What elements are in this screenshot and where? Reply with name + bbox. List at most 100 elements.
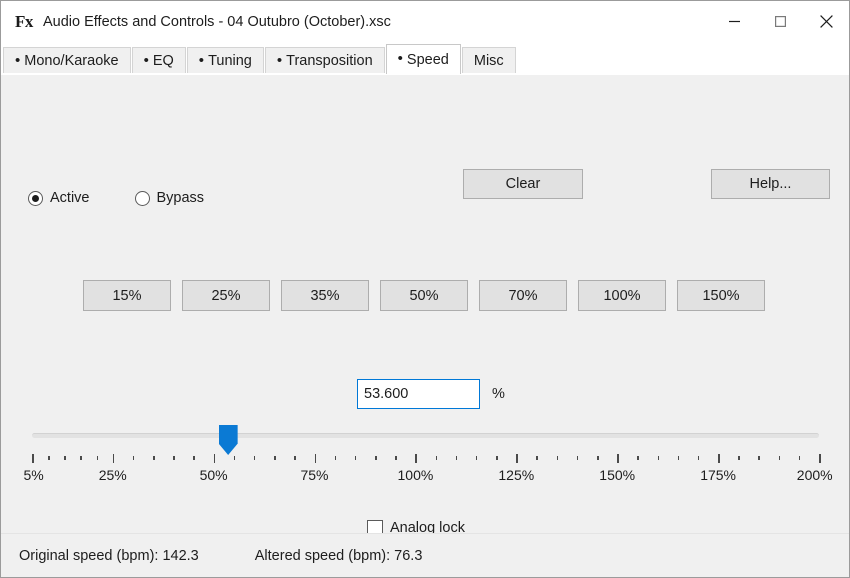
slider-tick-minor xyxy=(455,456,458,460)
altered-speed-status: Altered speed (bpm): 76.3 xyxy=(254,547,423,564)
slider-tick-minor xyxy=(597,456,599,460)
tab-tuning[interactable]: • Tuning xyxy=(186,47,264,74)
title-bar: Fx Audio Effects and Controls - 04 Outub… xyxy=(1,1,849,42)
preset-button-25pct[interactable]: 25% xyxy=(182,280,270,311)
tab-bullet-icon: • xyxy=(276,51,283,69)
audio-effects-window: Fx Audio Effects and Controls - 04 Outub… xyxy=(0,0,850,578)
slider-tick-major xyxy=(415,454,417,463)
slider-tick-minor xyxy=(253,456,256,460)
slider-tick-minor xyxy=(697,456,700,460)
preset-buttons: 15% 25% 35% 50% 70% 100% 150% xyxy=(83,280,765,311)
slider-tick-major xyxy=(718,454,720,463)
slider-tick-minor xyxy=(435,456,438,460)
slider-tick-major xyxy=(314,454,316,463)
tab-label: Speed xyxy=(406,51,449,68)
tab-bullet-icon: • xyxy=(198,51,205,69)
slider-tick-minor xyxy=(738,456,740,460)
slider-tick-minor xyxy=(294,456,296,460)
slider-tick-label: 75% xyxy=(300,467,329,483)
slider-tick-label: 150% xyxy=(599,467,636,483)
window-controls xyxy=(711,1,849,42)
slider-tick-minor xyxy=(758,456,760,460)
radio-mark-icon[interactable] xyxy=(134,190,150,206)
preset-button-70pct[interactable]: 70% xyxy=(479,280,567,311)
tab-label: Tuning xyxy=(208,53,252,69)
slider-tick-major xyxy=(112,454,115,463)
slider-tick-minor xyxy=(173,456,175,460)
tab-transposition[interactable]: • Transposition xyxy=(264,47,385,74)
tab-label: Transposition xyxy=(286,53,373,69)
slider-tick-label: 175% xyxy=(700,467,736,483)
tab-label: Misc xyxy=(473,53,504,69)
tab-speed[interactable]: • Speed xyxy=(385,44,461,74)
original-speed-status: Original speed (bpm): 142.3 xyxy=(19,547,199,564)
help-button[interactable]: Help... xyxy=(711,169,830,199)
slider-tick-minor xyxy=(64,456,66,460)
slider-tick-minor xyxy=(354,456,357,460)
tab-strip: • Mono/Karaoke • EQ • Tuning • Transposition • Sp… xyxy=(1,42,849,74)
slider-tick-label: 50% xyxy=(199,467,228,483)
slider-tick-minor xyxy=(233,456,236,460)
close-button[interactable] xyxy=(803,1,849,42)
radio-bypass[interactable]: Bypass xyxy=(134,190,204,206)
tab-eq[interactable]: • EQ xyxy=(131,47,186,74)
tab-label: Mono/Karaoke xyxy=(24,53,119,69)
slider-tick-minor xyxy=(274,456,276,460)
slider-tick-major xyxy=(516,454,518,463)
slider-track[interactable] xyxy=(32,433,819,438)
slider-tick-minor xyxy=(48,456,50,460)
preset-button-15pct[interactable]: 15% xyxy=(83,280,171,311)
slider-tick-minor xyxy=(193,456,195,460)
radio-active[interactable]: Active xyxy=(28,190,90,206)
preset-button-35pct[interactable]: 35% xyxy=(281,280,369,311)
slider-tick-label: 200% xyxy=(796,467,833,483)
slider-tick-minor xyxy=(677,456,680,460)
tab-bullet-icon: • xyxy=(15,51,21,69)
percent-unit-label: % xyxy=(492,386,505,402)
tab-mono-karaoke[interactable]: • Mono/Karaoke xyxy=(3,47,131,74)
slider-ticks xyxy=(1,454,850,464)
slider-tick-minor xyxy=(395,456,397,460)
slider-tick-major xyxy=(617,454,619,463)
slider-tick-minor xyxy=(637,456,639,460)
slider-tick-minor xyxy=(798,456,801,460)
preset-button-150pct[interactable]: 150% xyxy=(677,280,765,311)
speed-slider[interactable]: 5% 25% 50% 75% 100% 125% 150% 175% 200% xyxy=(1,425,850,495)
radio-mark-icon[interactable] xyxy=(28,190,43,206)
speed-input[interactable] xyxy=(357,379,480,409)
slider-tick-major xyxy=(213,454,216,463)
minimize-button[interactable] xyxy=(711,1,757,42)
preset-button-100pct[interactable]: 100% xyxy=(578,280,666,311)
slider-tick-minor xyxy=(496,456,498,460)
tab-bullet-icon: • xyxy=(143,51,149,69)
radio-label: Active xyxy=(50,190,90,206)
slider-tick-minor xyxy=(334,456,337,460)
slider-tick-label: 5% xyxy=(23,467,44,483)
tab-bullet-icon: • xyxy=(397,50,403,67)
tab-label: EQ xyxy=(152,53,174,69)
slider-tick-minor xyxy=(375,456,377,460)
slider-tick-minor xyxy=(657,456,660,460)
slider-tick-minor xyxy=(556,456,559,460)
slider-tick-label: 125% xyxy=(498,467,535,483)
slider-tick-labels: 5% 25% 50% 75% 100% 125% 150% 175% 200% xyxy=(1,467,850,487)
slider-tick-minor xyxy=(153,456,155,460)
slider-tick-minor xyxy=(536,456,538,460)
window-title: Audio Effects and Controls - 04 Outubro … xyxy=(43,13,391,30)
preset-button-50pct[interactable]: 50% xyxy=(380,280,468,311)
clear-button[interactable]: Clear xyxy=(463,169,583,199)
mode-radio-group: Active Bypass xyxy=(28,190,204,206)
slider-tick-minor xyxy=(132,456,135,460)
tab-misc[interactable]: Misc xyxy=(461,47,516,74)
slider-tick-minor xyxy=(778,456,781,460)
slider-tick-label: 25% xyxy=(98,467,127,483)
speed-value-row: % xyxy=(357,379,505,409)
maximize-button[interactable] xyxy=(757,1,803,42)
slider-tick-label: 100% xyxy=(397,467,434,483)
slider-tick-minor xyxy=(80,456,82,460)
slider-tick-minor xyxy=(475,456,478,460)
fx-app-icon: Fx xyxy=(15,11,33,31)
slider-tick-major xyxy=(32,454,34,463)
slider-thumb[interactable] xyxy=(218,425,238,455)
slider-tick-minor xyxy=(96,456,99,460)
